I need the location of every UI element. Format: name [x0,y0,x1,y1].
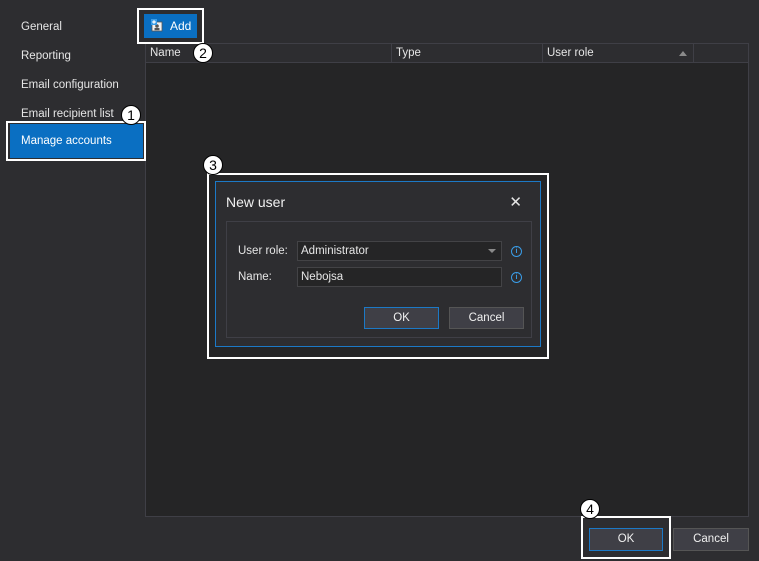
callout-badge-1: 1 [121,105,141,125]
cancel-button[interactable]: Cancel [673,528,749,551]
callout-badge-2: 2 [193,43,213,63]
callout-box-1 [6,121,146,161]
callout-box-3 [207,173,549,359]
sidebar-item-reporting[interactable]: Reporting [21,46,71,66]
sort-ascending-icon [679,51,687,56]
sidebar-item-email-configuration[interactable]: Email configuration [21,75,119,95]
column-header-type[interactable]: Type [392,44,543,62]
callout-badge-4: 4 [580,499,600,519]
sidebar-item-general[interactable]: General [21,17,62,37]
column-header-user-role[interactable]: User role [543,44,694,62]
grid-header: Name Type User role [146,44,748,63]
callout-badge-3: 3 [203,155,223,175]
column-header-name[interactable]: Name [146,44,392,62]
callout-box-2 [137,8,204,44]
callout-box-4 [581,516,671,559]
column-header-user-role-label: User role [547,47,594,59]
